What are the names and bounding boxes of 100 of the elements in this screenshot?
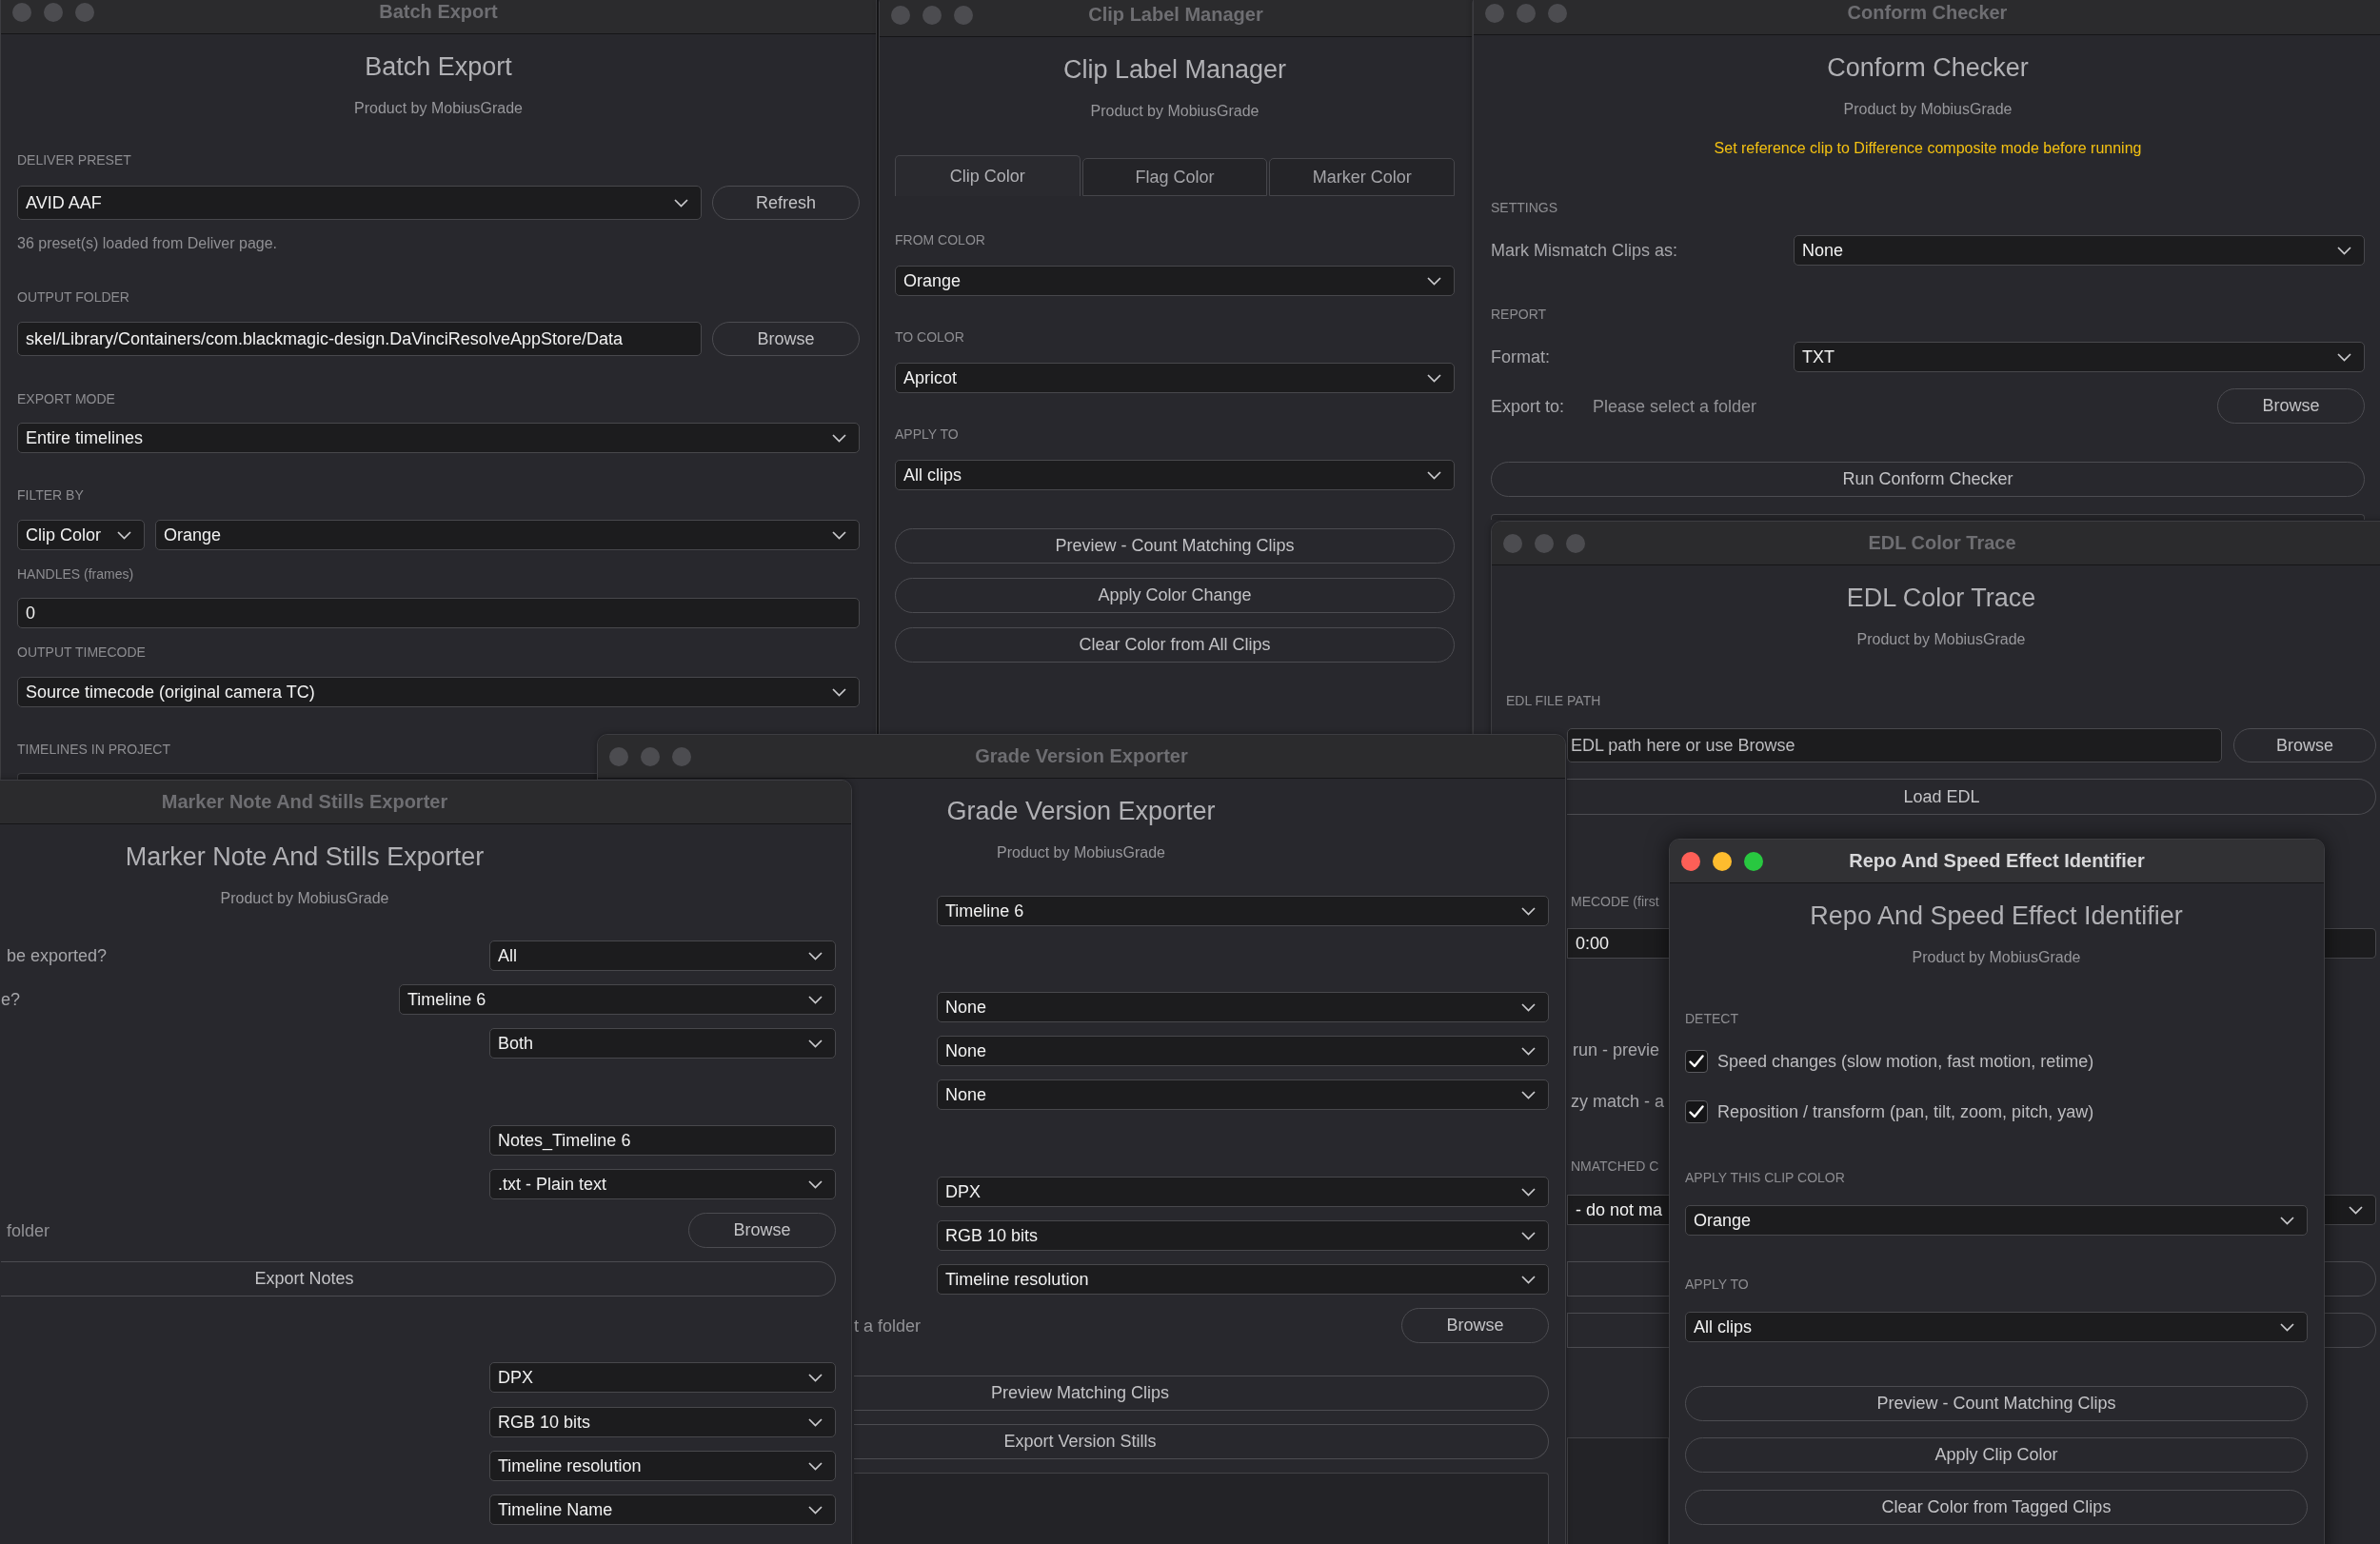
dropdown[interactable]: Timeline 6 [937, 896, 1549, 926]
chevron-down-icon [808, 1179, 823, 1189]
path-field[interactable]: skel/Library/Containers/com.blackmagic-design.DaVinciResolveAppStore/Data [17, 322, 702, 356]
folder-path-text: t a folder [854, 1315, 922, 1336]
dropdown[interactable]: Orange [155, 520, 860, 550]
dropdown[interactable]: None [1794, 235, 2365, 266]
window-heading: Repo And Speed Effect Identifier [1810, 901, 2183, 932]
text-area[interactable] [1567, 1437, 1669, 1544]
dropdown[interactable]: None [937, 992, 1549, 1022]
dropdown[interactable]: Timeline resolution [937, 1264, 1549, 1295]
checkbox[interactable] [1685, 1050, 1708, 1073]
window-heading: EDL Color Trace [1846, 583, 2036, 614]
dropdown[interactable]: All clips [895, 460, 1455, 490]
product-credit: Product by MobiusGrade [354, 99, 523, 118]
dropdown[interactable]: AVID AAF [17, 186, 702, 220]
chevron-down-icon [1521, 1187, 1536, 1197]
chevron-down-icon [808, 1373, 823, 1382]
window-title: Marker Note And Stills Exporter [161, 791, 448, 813]
window-heading: Marker Note And Stills Exporter [125, 841, 485, 873]
text-area[interactable] [1491, 514, 2365, 520]
checkbox-label: Reposition / transform (pan, tilt, zoom, pitch, yaw) [1717, 1101, 2094, 1122]
dropdown[interactable]: Timeline 6 [399, 984, 836, 1015]
chevron-down-icon [1521, 1231, 1536, 1240]
dropdown[interactable]: Orange [895, 266, 1455, 296]
product-credit: Product by MobiusGrade [997, 843, 1165, 862]
text-field[interactable]: Notes_Timeline 6 [489, 1125, 836, 1156]
chevron-down-icon [117, 530, 131, 540]
text-field[interactable]: 0:00 [1567, 928, 1669, 959]
dropdown[interactable]: .txt - Plain text [489, 1169, 836, 1199]
section-label: TO COLOR [895, 328, 964, 346]
zoom-button[interactable] [1744, 851, 1763, 871]
dropdown[interactable]: Both [489, 1028, 836, 1059]
tab[interactable]: Marker Color [1269, 158, 1455, 196]
text-field[interactable] [2325, 928, 2376, 959]
dropdown[interactable]: All clips [1685, 1312, 2308, 1342]
text-field[interactable]: 0 [17, 598, 860, 628]
dropdown[interactable] [2325, 1195, 2376, 1225]
chevron-down-icon [2280, 1216, 2294, 1225]
dropdown[interactable]: Entire timelines [17, 423, 860, 453]
chevron-down-icon [1427, 470, 1441, 480]
dropdown[interactable]: Timeline Name [489, 1495, 836, 1525]
dropdown[interactable]: Apricot [895, 363, 1455, 393]
dropdown[interactable]: None [937, 1079, 1549, 1110]
product-credit: Product by MobiusGrade [1912, 948, 2081, 967]
window-heading: Clip Label Manager [1062, 54, 1287, 86]
section-label: SETTINGS [1491, 199, 1557, 217]
dropdown[interactable]: TXT [1794, 342, 2365, 372]
section-label: APPLY TO [895, 426, 959, 444]
dropdown[interactable]: Source timecode (original camera TC) [17, 677, 860, 707]
checkmark-icon [1689, 1055, 1704, 1068]
window-title: Grade Version Exporter [975, 745, 1188, 767]
chevron-down-icon [808, 1505, 823, 1514]
section-label: HANDLES (frames) [17, 565, 134, 584]
chevron-down-icon [808, 1039, 823, 1048]
dropdown[interactable]: DPX [937, 1177, 1549, 1207]
chevron-down-icon [674, 198, 688, 208]
path-field[interactable]: EDL path here or use Browse [1567, 728, 2222, 762]
chevron-down-icon [1521, 1090, 1536, 1099]
section-label: REPORT [1491, 306, 1547, 324]
section-label: TIMELINES IN PROJECT [17, 741, 171, 759]
chevron-down-icon [832, 530, 846, 540]
product-credit: Product by MobiusGrade [1856, 630, 2026, 649]
section-label: FILTER BY [17, 486, 84, 505]
section-label: EXPORT MODE [17, 390, 115, 408]
dropdown[interactable]: Timeline resolution [489, 1451, 836, 1481]
tab[interactable]: Clip Color [895, 155, 1081, 196]
chevron-down-icon [808, 995, 823, 1004]
section-label: FROM COLOR [895, 231, 985, 249]
chevron-down-icon [1427, 276, 1441, 286]
chevron-down-icon [2349, 1205, 2363, 1215]
chevron-down-icon [808, 1417, 823, 1427]
chevron-down-icon [1521, 906, 1536, 916]
chevron-down-icon [1521, 1046, 1536, 1056]
dropdown[interactable]: RGB 10 bits [937, 1220, 1549, 1251]
folder-path-text: folder [7, 1219, 50, 1241]
close-button[interactable] [1681, 851, 1700, 871]
dropdown[interactable]: DPX [489, 1362, 836, 1393]
checkbox[interactable] [1685, 1100, 1708, 1123]
tab[interactable]: Flag Color [1081, 158, 1268, 196]
field-label: e? [1, 989, 21, 1010]
window-title: Conform Checker [1847, 2, 2008, 24]
chevron-down-icon [808, 951, 823, 960]
checkbox-label: Speed changes (slow motion, fast motion, retime) [1717, 1051, 2094, 1072]
info-text: 36 preset(s) loaded from Deliver page. [17, 234, 278, 253]
dropdown[interactable]: - do not ma [1567, 1195, 1669, 1225]
chevron-down-icon [1521, 1002, 1536, 1012]
window-heading: Conform Checker [1827, 52, 2029, 84]
window-title: Clip Label Manager [1088, 4, 1263, 26]
minimize-button[interactable] [1713, 851, 1732, 871]
chevron-down-icon [2337, 246, 2351, 255]
dropdown[interactable]: Orange [1685, 1205, 2308, 1236]
field-label: be exported? [7, 945, 108, 966]
dropdown[interactable]: RGB 10 bits [489, 1407, 836, 1437]
chevron-down-icon [808, 1461, 823, 1471]
window-title: Repo And Speed Effect Identifier [1849, 850, 2145, 872]
dropdown[interactable]: All [489, 940, 836, 971]
dropdown[interactable]: None [937, 1036, 1549, 1066]
section-label: OUTPUT FOLDER [17, 288, 129, 307]
dropdown[interactable]: Clip Color [17, 520, 145, 550]
product-credit: Product by MobiusGrade [1843, 100, 2013, 119]
